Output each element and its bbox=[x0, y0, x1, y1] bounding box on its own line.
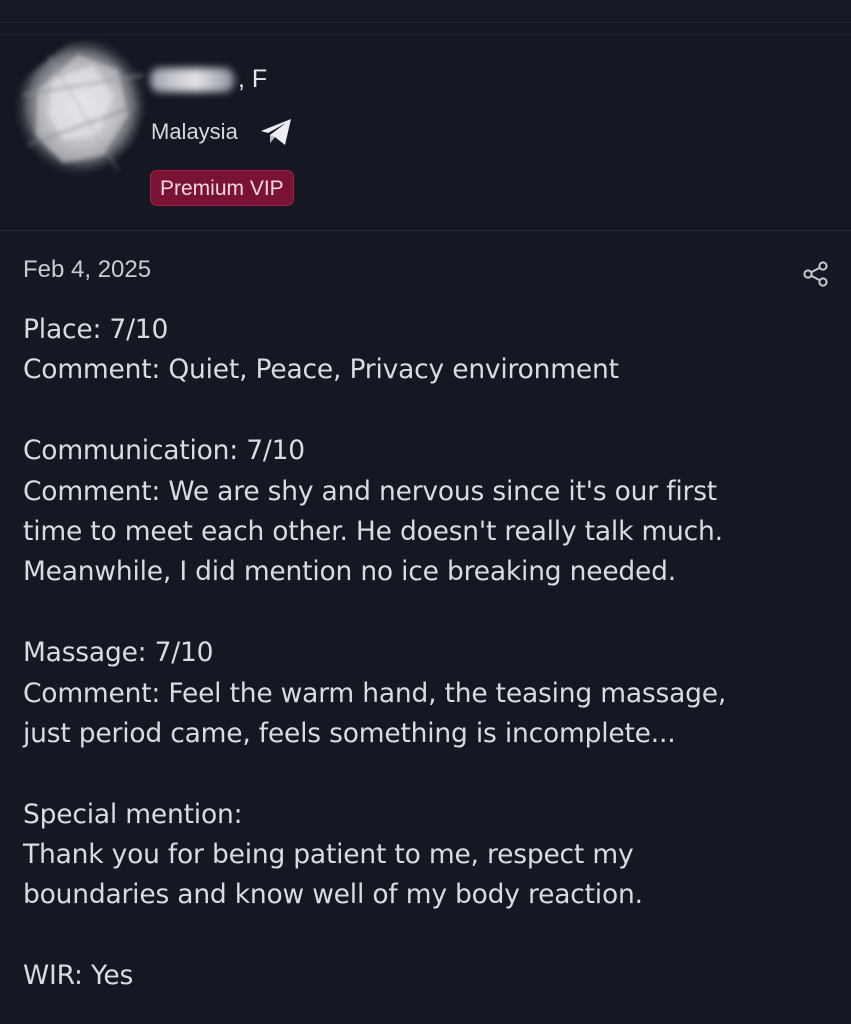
place-score: Place: 7/10 bbox=[23, 314, 169, 345]
communication-comment-line: Comment: We are shy and nervous since it… bbox=[23, 475, 717, 507]
name-gender-suffix: , F bbox=[238, 65, 268, 93]
massage-score: Massage: 7/10 bbox=[23, 637, 214, 669]
telegram-icon[interactable] bbox=[258, 117, 294, 147]
location-row: Malaysia bbox=[151, 117, 294, 147]
profile-header: , F Malaysia Premium VIP bbox=[0, 35, 851, 231]
massage-comment-line: just period came, feels something is inc… bbox=[23, 717, 676, 749]
wir-line: WIR: Yes bbox=[23, 960, 134, 992]
communication-score: Communication: 7/10 bbox=[23, 435, 305, 467]
blurred-name bbox=[150, 67, 234, 92]
special-mention-heading: Special mention: bbox=[23, 798, 243, 830]
share-icon[interactable] bbox=[802, 260, 830, 288]
communication-comment-line: time to meet each other. He doesn't real… bbox=[23, 515, 723, 547]
premium-vip-badge: Premium VIP bbox=[150, 170, 294, 206]
review-body: Place: 7/10 Comment: Quiet, Peace, Priva… bbox=[23, 310, 823, 997]
place-comment: Comment: Quiet, Peace, Privacy environme… bbox=[23, 354, 619, 386]
location-label: Malaysia bbox=[151, 119, 238, 144]
review-date: Feb 4, 2025 bbox=[23, 256, 152, 283]
top-bar bbox=[0, 0, 851, 23]
special-mention-line: Thank you for being patient to me, respe… bbox=[23, 839, 634, 871]
communication-comment-line: Meanwhile, I did mention no ice breaking… bbox=[23, 556, 677, 588]
user-name[interactable]: , F bbox=[150, 65, 267, 94]
review-page: , F Malaysia Premium VIP Feb 4, 2025 Pla… bbox=[0, 0, 851, 1024]
special-mention-line: boundaries and know well of my body reac… bbox=[23, 879, 643, 911]
avatar[interactable] bbox=[8, 35, 153, 185]
massage-comment-line: Comment: Feel the warm hand, the teasing… bbox=[23, 677, 727, 709]
